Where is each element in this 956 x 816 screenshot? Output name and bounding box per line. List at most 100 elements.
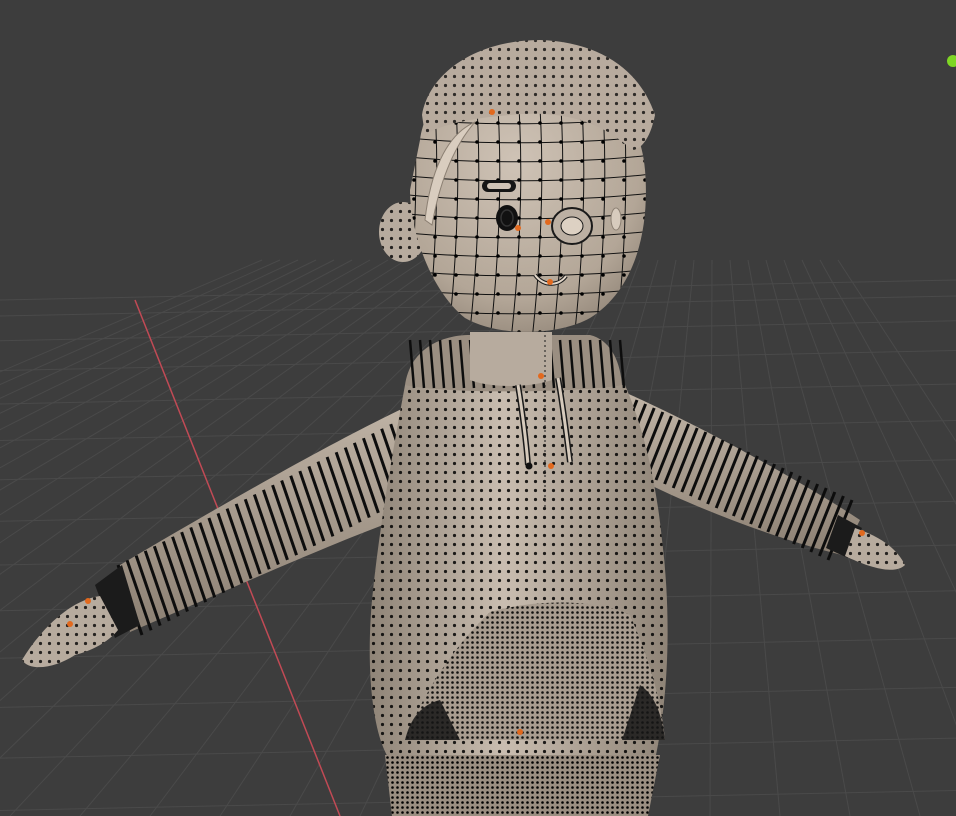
vertex[interactable]	[496, 159, 500, 163]
vertex[interactable]	[475, 216, 479, 220]
vertex[interactable]	[580, 292, 584, 296]
vertex[interactable]	[580, 121, 584, 125]
vertex[interactable]	[622, 311, 626, 315]
vertex[interactable]	[475, 197, 479, 201]
vertex[interactable]	[538, 159, 542, 163]
vertex[interactable]	[538, 178, 542, 182]
vertex[interactable]	[517, 273, 521, 277]
vertex[interactable]	[643, 83, 647, 87]
origin-marker[interactable]	[947, 55, 956, 67]
vertex[interactable]	[559, 140, 563, 144]
vertex[interactable]	[538, 235, 542, 239]
vertex[interactable]	[643, 254, 647, 258]
vertex[interactable]	[538, 292, 542, 296]
vertex[interactable]	[412, 121, 416, 125]
vertex[interactable]	[412, 140, 416, 144]
vertex[interactable]	[601, 178, 605, 182]
vertex[interactable]	[517, 121, 521, 125]
vertex[interactable]	[538, 273, 542, 277]
vertex[interactable]	[454, 216, 458, 220]
vertex[interactable]	[412, 83, 416, 87]
vertex[interactable]	[601, 235, 605, 239]
selected-vertex[interactable]	[859, 530, 865, 536]
vertex[interactable]	[517, 159, 521, 163]
vertex[interactable]	[643, 235, 647, 239]
vertex[interactable]	[496, 140, 500, 144]
vertex[interactable]	[643, 273, 647, 277]
vertex[interactable]	[580, 273, 584, 277]
viewport-canvas[interactable]	[0, 0, 956, 816]
selected-vertex[interactable]	[489, 109, 495, 115]
vertex[interactable]	[454, 178, 458, 182]
vertex[interactable]	[475, 273, 479, 277]
vertex[interactable]	[454, 235, 458, 239]
vertex[interactable]	[601, 159, 605, 163]
vertex[interactable]	[538, 254, 542, 258]
vertex[interactable]	[454, 197, 458, 201]
vertex[interactable]	[643, 159, 647, 163]
vertex[interactable]	[622, 273, 626, 277]
vertex[interactable]	[622, 330, 626, 334]
vertex[interactable]	[601, 273, 605, 277]
vertex[interactable]	[538, 140, 542, 144]
vertex[interactable]	[412, 273, 416, 277]
vertex[interactable]	[433, 254, 437, 258]
selected-vertex[interactable]	[85, 598, 91, 604]
vertex[interactable]	[601, 197, 605, 201]
vertex[interactable]	[496, 273, 500, 277]
vertex[interactable]	[622, 292, 626, 296]
vertex[interactable]	[559, 197, 563, 201]
selected-vertex[interactable]	[538, 373, 544, 379]
vertex[interactable]	[433, 140, 437, 144]
vertex[interactable]	[475, 235, 479, 239]
right-eye[interactable]	[551, 207, 593, 245]
vertex[interactable]	[601, 330, 605, 334]
vertex[interactable]	[622, 178, 626, 182]
vertex[interactable]	[454, 273, 458, 277]
vertex[interactable]	[622, 235, 626, 239]
vertex[interactable]	[475, 292, 479, 296]
vertex[interactable]	[433, 273, 437, 277]
vertex[interactable]	[622, 216, 626, 220]
vertex[interactable]	[559, 254, 563, 258]
vertex[interactable]	[517, 292, 521, 296]
vertex[interactable]	[433, 235, 437, 239]
vertex[interactable]	[559, 311, 563, 315]
left-eye[interactable]	[496, 205, 518, 231]
selected-vertex[interactable]	[547, 279, 553, 285]
vertex[interactable]	[412, 102, 416, 106]
vertex[interactable]	[622, 197, 626, 201]
vertex[interactable]	[475, 311, 479, 315]
vertex[interactable]	[580, 254, 584, 258]
vertex[interactable]	[433, 159, 437, 163]
vertex[interactable]	[601, 292, 605, 296]
selected-vertex[interactable]	[67, 621, 73, 627]
vertex[interactable]	[622, 254, 626, 258]
vertex[interactable]	[517, 178, 521, 182]
selected-vertex[interactable]	[548, 463, 554, 469]
vertex[interactable]	[601, 311, 605, 315]
vertex[interactable]	[517, 235, 521, 239]
vertex[interactable]	[580, 178, 584, 182]
vertex[interactable]	[475, 178, 479, 182]
vertex[interactable]	[496, 121, 500, 125]
selected-vertex[interactable]	[517, 729, 523, 735]
vertex[interactable]	[475, 140, 479, 144]
vertex[interactable]	[580, 159, 584, 163]
vertex[interactable]	[580, 197, 584, 201]
vertex[interactable]	[580, 311, 584, 315]
vertex[interactable]	[559, 159, 563, 163]
vertex[interactable]	[601, 140, 605, 144]
vertex[interactable]	[412, 159, 416, 163]
vertex[interactable]	[496, 311, 500, 315]
vertex[interactable]	[496, 292, 500, 296]
vertex[interactable]	[643, 197, 647, 201]
vertex[interactable]	[517, 254, 521, 258]
vertex[interactable]	[454, 159, 458, 163]
selected-vertex[interactable]	[515, 225, 521, 231]
vertex[interactable]	[517, 197, 521, 201]
vertex[interactable]	[559, 178, 563, 182]
vertex[interactable]	[559, 121, 563, 125]
vertex[interactable]	[475, 254, 479, 258]
vertex[interactable]	[538, 216, 542, 220]
